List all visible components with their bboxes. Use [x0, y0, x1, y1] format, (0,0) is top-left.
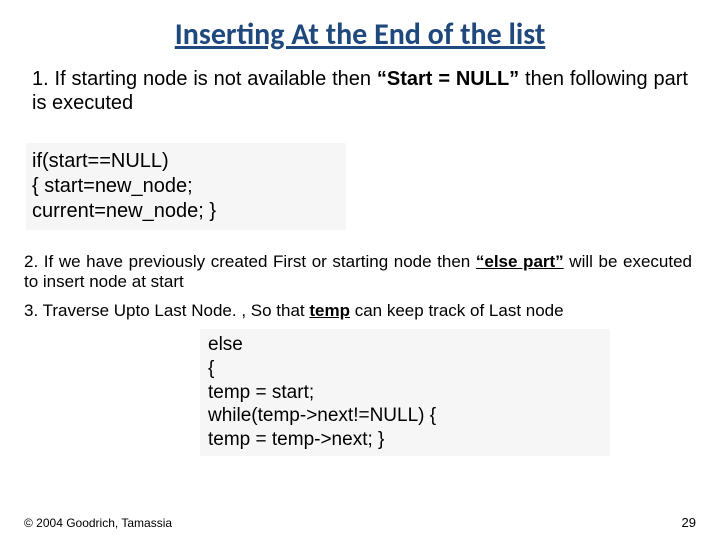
p1-text-b: “Start = NULL” [377, 68, 519, 90]
p3-text-a: 3. Traverse Upto Last Node. , So that [24, 301, 309, 320]
p2-text-b: “else part” [476, 252, 564, 271]
paragraph-2: 2. If we have previously created First o… [24, 252, 696, 293]
footer-copyright: © 2004 Goodrich, Tamassia [24, 516, 172, 530]
p1-text-a: 1. If starting node is not available the… [32, 68, 377, 90]
p2-text-a: 2. If we have previously created First o… [24, 252, 476, 271]
slide: Inserting At the End of the list 1. If s… [0, 0, 720, 540]
p3-text-c: can keep track of Last node [350, 301, 564, 320]
code-block-2: else { temp = start; while(temp->next!=N… [200, 329, 610, 456]
footer-page-number: 29 [682, 515, 696, 530]
code-block-1: if(start==NULL) { start=new_node; curren… [26, 143, 346, 230]
p3-text-b: temp [309, 301, 350, 320]
slide-title: Inserting At the End of the list [24, 16, 696, 53]
paragraph-1: 1. If starting node is not available the… [24, 67, 696, 115]
paragraph-3: 3. Traverse Upto Last Node. , So that te… [24, 301, 696, 321]
